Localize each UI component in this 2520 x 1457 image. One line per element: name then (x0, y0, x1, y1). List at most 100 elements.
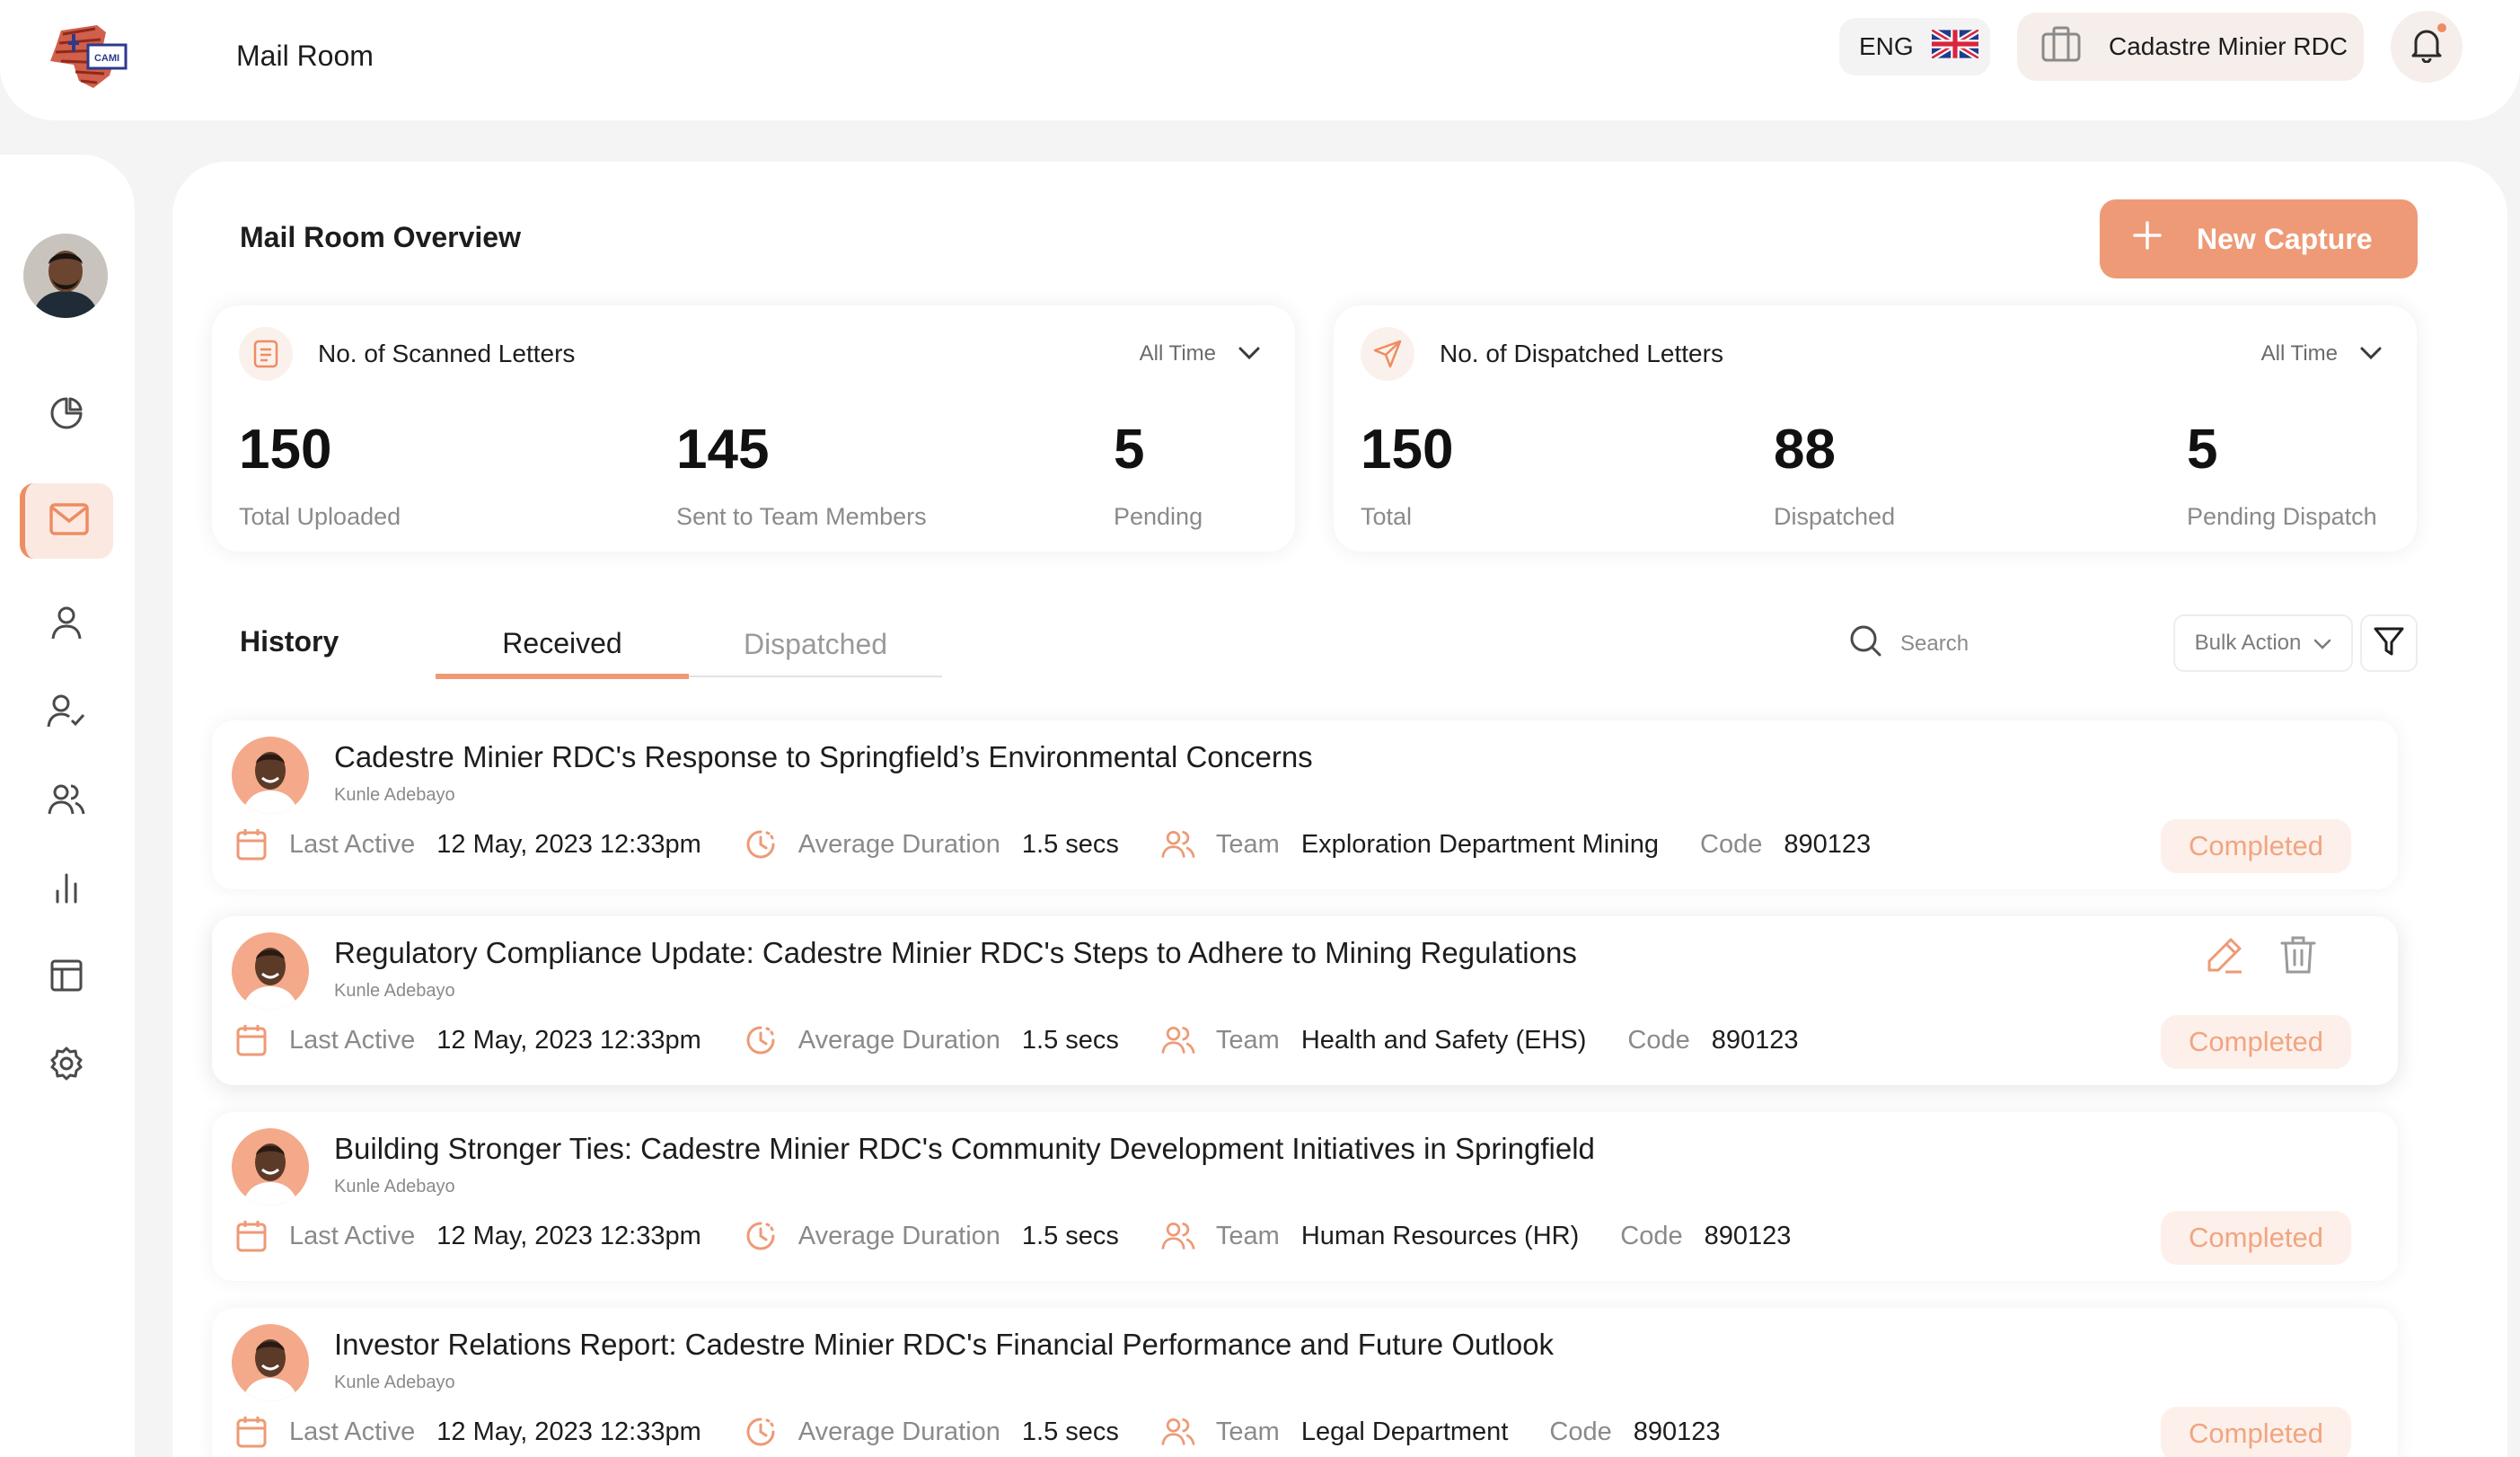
stat-value: 5 (2187, 419, 2218, 481)
letter-author: Kunle Adebayo (334, 1177, 455, 1197)
history-row[interactable]: Building Stronger Ties: Cadestre Minier … (212, 1112, 2398, 1281)
team-label: Team (1215, 1417, 1280, 1446)
filter-icon (2373, 626, 2405, 661)
chevron-down-icon (2359, 341, 2383, 366)
code-label: Code (1620, 1221, 1683, 1250)
clock-icon (743, 826, 779, 862)
users-icon (1160, 1218, 1196, 1254)
top-bar: CAMI Mail Room ENG Cadastre Minier RDC (0, 0, 2520, 120)
team-value: Legal Department (1300, 1417, 1509, 1446)
search-input[interactable]: Search (1848, 623, 1969, 664)
clock-icon (743, 1414, 779, 1450)
sidebar-item-reports[interactable] (20, 852, 113, 927)
status-badge: Completed (2161, 1407, 2351, 1457)
letter-title[interactable]: Building Stronger Ties: Cadestre Minier … (334, 1132, 1595, 1166)
letter-title[interactable]: Investor Relations Report: Cadestre Mini… (334, 1328, 1554, 1362)
new-capture-button[interactable]: New Capture (2100, 199, 2418, 278)
organization-name: Cadastre Minier RDC (2109, 32, 2348, 60)
avg-duration-value: 1.5 secs (1021, 1417, 1119, 1446)
sidebar-item-user-approval[interactable] (20, 676, 113, 751)
dispatched-range-label: All Time (2260, 341, 2338, 366)
last-active-label: Last Active (289, 1221, 416, 1250)
user-check-icon (47, 693, 86, 734)
users-icon (47, 781, 86, 822)
avg-duration-value: 1.5 secs (1021, 1221, 1119, 1250)
organization-switcher[interactable]: Cadastre Minier RDC (2017, 13, 2364, 81)
sidebar-item-mail-room[interactable] (20, 483, 113, 559)
row-avatar (232, 932, 309, 1010)
tab-received[interactable]: Received (436, 613, 689, 679)
calendar-icon (233, 1022, 269, 1058)
history-row[interactable]: Cadestre Minier RDC's Response to Spring… (212, 720, 2398, 889)
clock-icon (743, 1218, 779, 1254)
calendar-icon (233, 826, 269, 862)
language-label: ENG (1859, 32, 1914, 60)
avg-duration-label: Average Duration (797, 1221, 1000, 1250)
new-capture-label: New Capture (2197, 222, 2373, 255)
chevron-down-icon (2313, 631, 2331, 656)
last-active-value: 12 May, 2023 12:33pm (436, 1221, 701, 1250)
history-row[interactable]: Investor Relations Report: Cadestre Mini… (212, 1308, 2398, 1457)
stat-label: Total Uploaded (239, 503, 401, 530)
users-icon (1160, 826, 1196, 862)
sidebar-item-users[interactable] (20, 587, 113, 663)
letter-title[interactable]: Cadestre Minier RDC's Response to Spring… (334, 740, 1313, 774)
tab-dispatched[interactable]: Dispatched (689, 613, 942, 677)
sidebar-item-layout[interactable] (20, 940, 113, 1015)
history-row[interactable]: Regulatory Compliance Update: Cadestre M… (212, 916, 2398, 1085)
user-icon (50, 605, 83, 646)
briefcase-icon (2040, 25, 2082, 69)
team-label: Team (1215, 829, 1280, 859)
dispatched-range-dropdown[interactable]: All Time (2261, 341, 2383, 366)
code-value: 890123 (1633, 1417, 1721, 1446)
last-active-value: 12 May, 2023 12:33pm (436, 829, 701, 859)
users-icon (1160, 1022, 1196, 1058)
stat-value: 88 (1774, 419, 1836, 481)
notifications-button[interactable] (2391, 11, 2463, 83)
edit-icon[interactable] (2204, 934, 2245, 980)
letter-author: Kunle Adebayo (334, 785, 455, 805)
sidebar (0, 155, 135, 1457)
last-active-label: Last Active (289, 1417, 416, 1446)
avg-duration-value: 1.5 secs (1021, 829, 1119, 859)
stat-value: 5 (1114, 419, 1145, 481)
user-avatar[interactable] (23, 234, 108, 318)
avg-duration-value: 1.5 secs (1021, 1025, 1119, 1055)
scanned-range-dropdown[interactable]: All Time (1140, 341, 1261, 366)
calendar-icon (233, 1414, 269, 1450)
language-selector[interactable]: ENG (1839, 18, 1990, 75)
last-active-label: Last Active (289, 829, 416, 859)
page-title: Mail Room Overview (240, 221, 521, 253)
gear-icon (48, 1046, 84, 1086)
avg-duration-label: Average Duration (797, 1417, 1000, 1446)
last-active-value: 12 May, 2023 12:33pm (436, 1025, 701, 1055)
filter-button[interactable] (2360, 614, 2418, 672)
code-label: Code (1627, 1025, 1690, 1055)
document-icon (239, 327, 293, 381)
sidebar-item-dashboard[interactable] (20, 377, 113, 453)
sidebar-item-teams[interactable] (20, 764, 113, 839)
scanned-range-label: All Time (1139, 341, 1216, 366)
bulk-action-dropdown[interactable]: Bulk Action (2173, 614, 2353, 672)
status-badge: Completed (2161, 1015, 2351, 1069)
sidebar-item-settings[interactable] (20, 1028, 113, 1103)
letter-author: Kunle Adebayo (334, 1373, 455, 1392)
row-avatar (232, 1324, 309, 1401)
notification-dot (2437, 23, 2446, 32)
code-value: 890123 (1711, 1025, 1799, 1055)
history-title: History (240, 625, 339, 658)
row-actions (2204, 934, 2317, 980)
team-label: Team (1215, 1025, 1280, 1055)
cami-logo[interactable]: CAMI (43, 22, 133, 93)
team-value: Exploration Department Mining (1300, 829, 1659, 859)
row-meta: Last Active 12 May, 2023 12:33pm Average… (233, 826, 1912, 862)
trash-icon[interactable] (2279, 934, 2317, 980)
stat-label: Sent to Team Members (676, 503, 927, 530)
letter-title[interactable]: Regulatory Compliance Update: Cadestre M… (334, 936, 1577, 970)
layout-icon (48, 958, 84, 998)
row-meta: Last Active 12 May, 2023 12:33pm Average… (233, 1218, 1832, 1254)
last-active-value: 12 May, 2023 12:33pm (436, 1417, 701, 1446)
dispatched-card-title: No. of Dispatched Letters (1440, 340, 1723, 367)
stat-value: 145 (676, 419, 770, 481)
stat-total-uploaded: 150 Total Uploaded (239, 422, 401, 531)
